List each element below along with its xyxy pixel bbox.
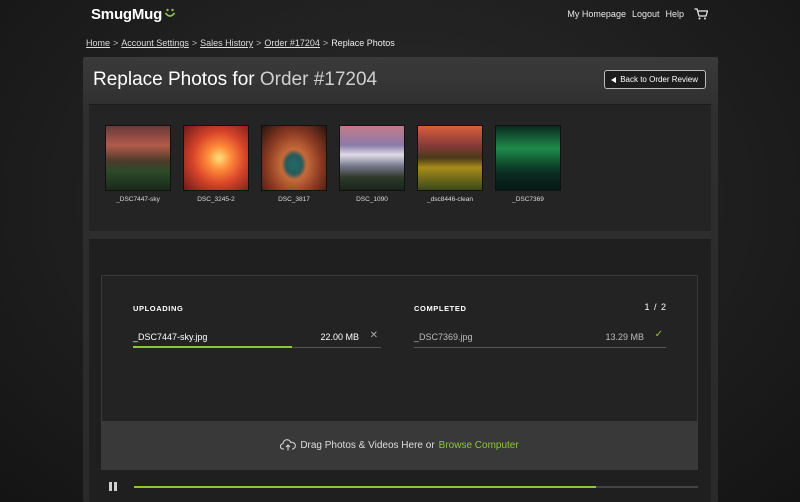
breadcrumb-order[interactable]: Order #17204 <box>264 38 320 48</box>
uploading-heading: UPLOADING <box>133 304 184 313</box>
thumbnail-image <box>495 125 561 191</box>
nav-logout[interactable]: Logout <box>632 9 660 19</box>
completed-file-size: 13.29 MB <box>605 332 644 342</box>
logo-text: SmugMug <box>91 6 163 23</box>
thumbnail-item[interactable]: DSC_3817 <box>261 125 327 204</box>
close-icon[interactable]: ✕ <box>370 330 378 341</box>
page-title: Replace Photos for Order #17204 <box>93 69 377 91</box>
logo-smile-icon <box>164 7 176 22</box>
check-icon: ✓ <box>654 329 663 340</box>
drop-text: Drag Photos & Videos Here or <box>300 439 435 451</box>
breadcrumb-separator: > <box>113 38 119 48</box>
completed-heading: COMPLETED <box>414 304 467 313</box>
thumbnail-image <box>339 125 405 191</box>
breadcrumb-current: Replace Photos <box>331 38 395 48</box>
thumbnail-image <box>183 125 249 191</box>
thumbnail-caption: DSC_3817 <box>278 196 310 203</box>
thumbnail-item[interactable]: _DSC7369 <box>495 125 561 204</box>
title-prefix: Replace Photos for <box>93 69 255 90</box>
breadcrumb-sales-history[interactable]: Sales History <box>200 38 253 48</box>
uploading-file-row: _DSC7447-sky.jpg 22.00 MB ✕ <box>133 328 381 348</box>
thumbnail-image <box>417 125 483 191</box>
top-nav: My Homepage Logout Help <box>567 8 708 20</box>
breadcrumb-separator: > <box>191 38 198 48</box>
uploading-file-size: 22.00 MB <box>320 332 359 342</box>
thumbnail-caption: _dsc8446-clean <box>427 196 473 203</box>
uploader-box: UPLOADING COMPLETED 1 / 2 _DSC7447-sky.j… <box>101 275 698 470</box>
cloud-upload-icon <box>280 439 297 451</box>
thumbnail-item[interactable]: DSC_1090 <box>339 125 405 204</box>
uploading-progress-bar <box>133 346 292 348</box>
back-arrow-icon <box>611 76 617 83</box>
thumbnail-caption: DSC_3245-2 <box>197 196 235 203</box>
browse-computer-link[interactable]: Browse Computer <box>439 440 519 451</box>
dropzone[interactable]: Drag Photos & Videos Here or Browse Comp… <box>102 421 697 469</box>
thumbnail-item[interactable]: _dsc8446-clean <box>417 125 483 204</box>
completed-file-row: _DSC7369.jpg 13.29 MB ✓ <box>414 328 666 348</box>
uploading-file-name: _DSC7447-sky.jpg <box>133 332 208 342</box>
back-to-order-review-button[interactable]: Back to Order Review <box>604 70 706 89</box>
breadcrumb: Home > Account Settings > Sales History … <box>86 38 395 48</box>
top-bar: SmugMug My Homepage Logout Help <box>0 0 800 28</box>
upload-count: 1 / 2 <box>644 302 667 312</box>
thumbnail-image <box>105 125 171 191</box>
overall-progress-track <box>134 486 698 488</box>
completed-track <box>414 347 666 348</box>
pause-icon[interactable] <box>109 482 119 492</box>
breadcrumb-home[interactable]: Home <box>86 38 110 48</box>
overall-progress-bar <box>134 486 597 488</box>
thumbnail-item[interactable]: _DSC7447-sky <box>105 125 171 204</box>
nav-my-homepage[interactable]: My Homepage <box>567 9 626 19</box>
thumbnail-image <box>261 125 327 191</box>
back-button-label: Back to Order Review <box>620 75 698 84</box>
smugmug-logo[interactable]: SmugMug <box>91 6 176 23</box>
thumbnail-strip: _DSC7447-sky DSC_3245-2 DSC_3817 DSC_109… <box>89 104 711 231</box>
title-order: Order #17204 <box>259 69 378 90</box>
breadcrumb-account-settings[interactable]: Account Settings <box>121 38 189 48</box>
breadcrumb-separator: > <box>256 38 262 48</box>
thumbnail-caption: DSC_1090 <box>356 196 388 203</box>
cart-icon[interactable] <box>694 8 708 20</box>
breadcrumb-separator: > <box>322 38 329 48</box>
main-panel: Replace Photos for Order #17204 Back to … <box>83 57 718 502</box>
nav-help[interactable]: Help <box>665 9 684 19</box>
upload-area: UPLOADING COMPLETED 1 / 2 _DSC7447-sky.j… <box>89 239 711 502</box>
thumbnail-caption: _DSC7447-sky <box>116 196 160 203</box>
thumbnail-caption: _DSC7369 <box>512 196 544 203</box>
completed-file-name: _DSC7369.jpg <box>414 332 473 342</box>
thumbnail-item[interactable]: DSC_3245-2 <box>183 125 249 204</box>
